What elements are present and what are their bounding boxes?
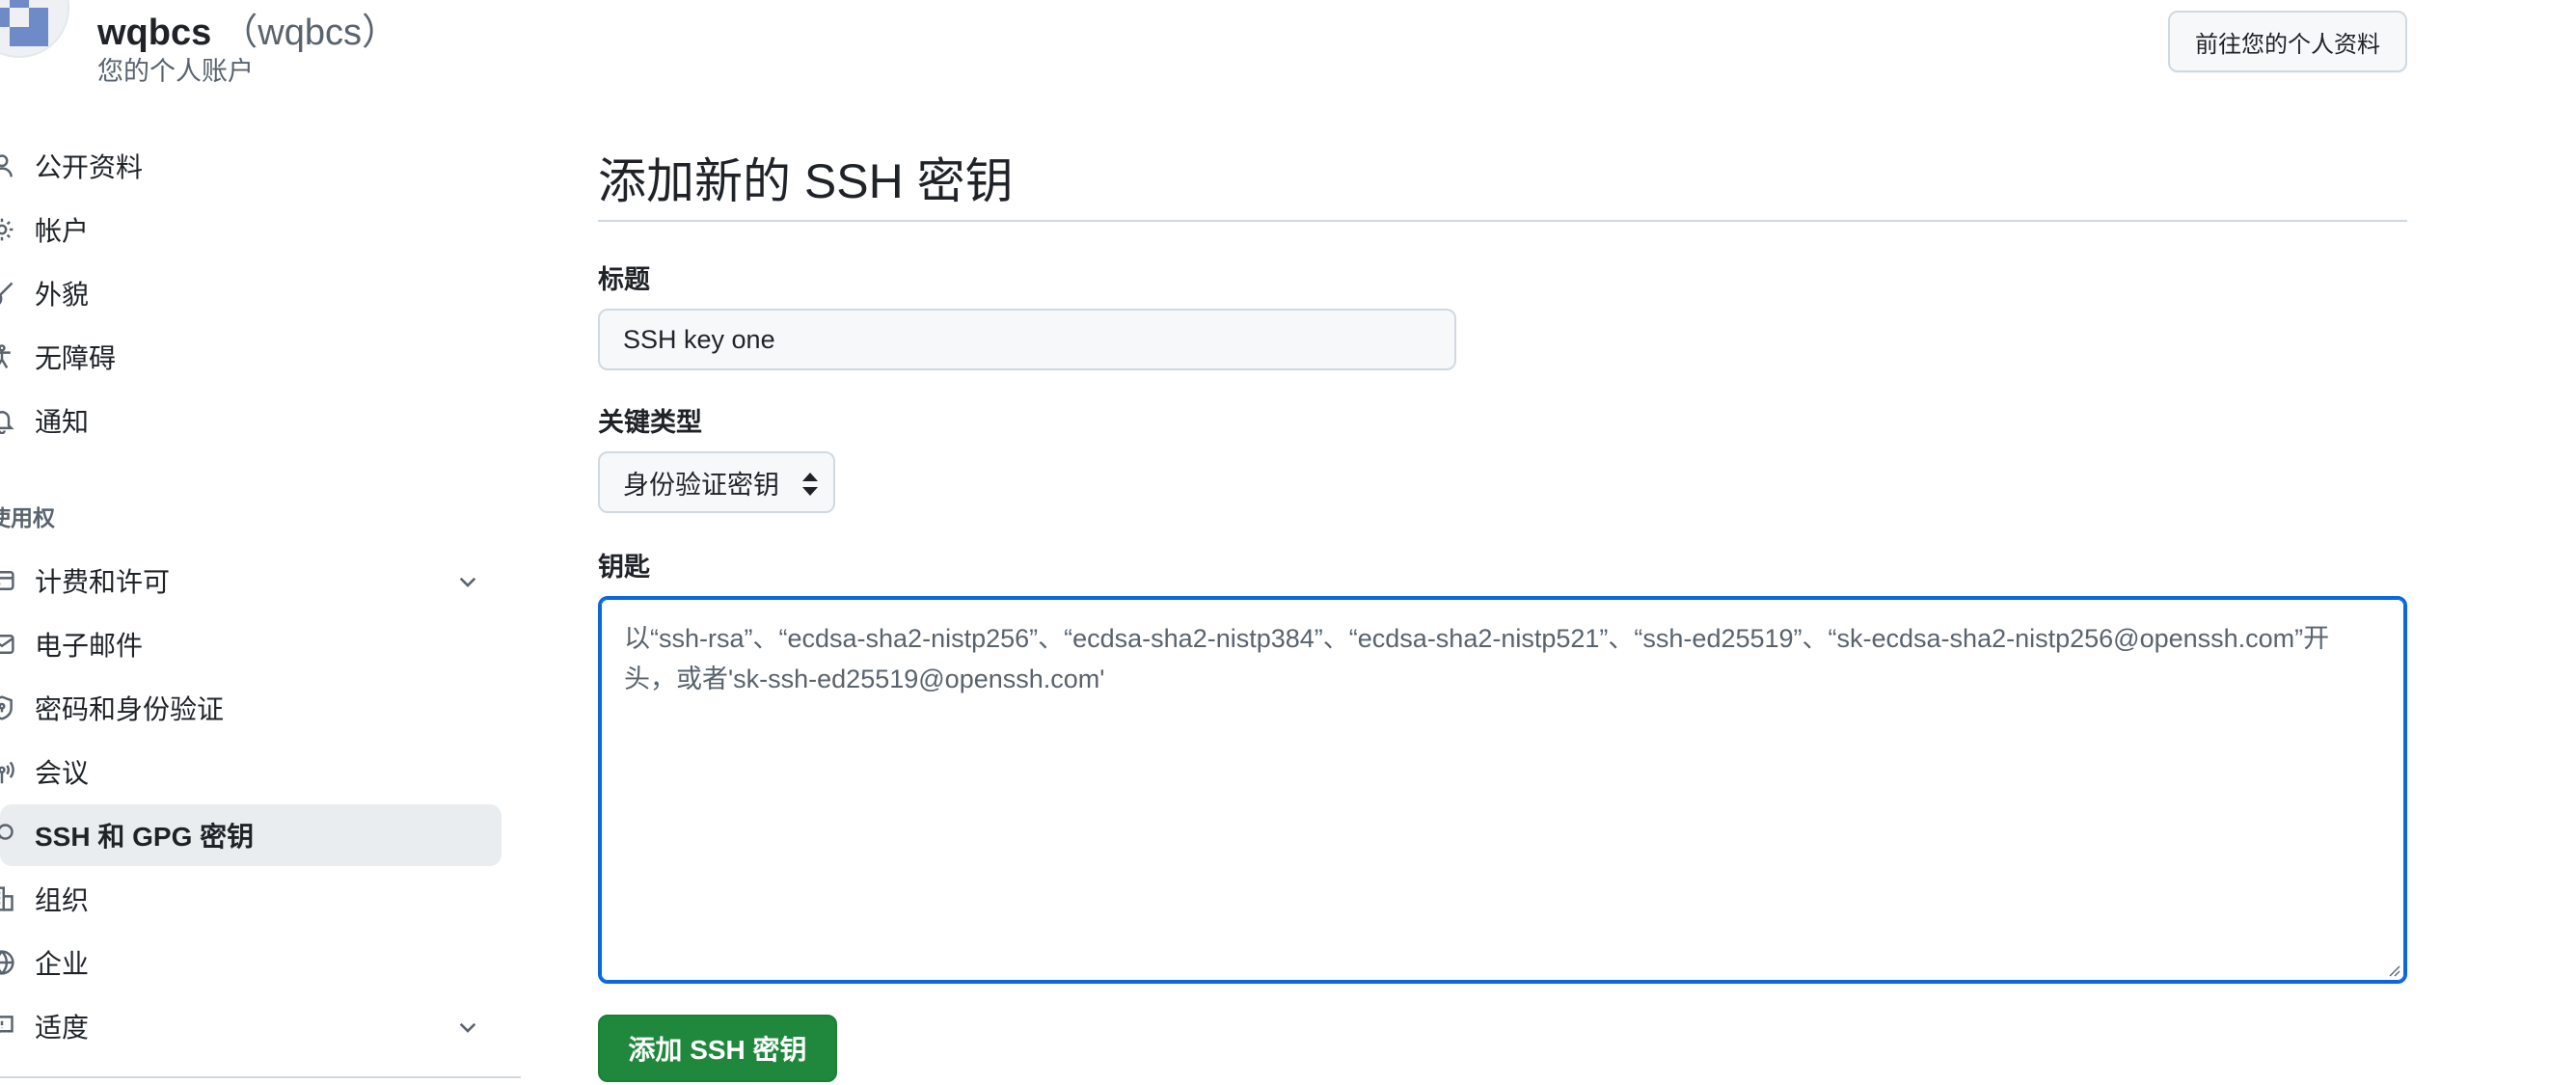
sidebar-item-sessions[interactable]: 会议	[0, 741, 502, 802]
key-textarea-placeholder: 以“ssh-rsa”、“ecdsa-sha2-nistp256”、“ecdsa-…	[624, 624, 2330, 693]
sidebar-item-appearance[interactable]: 外貌	[0, 262, 502, 324]
key-icon	[0, 822, 15, 849]
chevron-down-icon[interactable]	[455, 1015, 480, 1040]
shield-lock-icon	[0, 694, 15, 721]
sidebar-item-organizations[interactable]: 组织	[0, 868, 502, 930]
report-icon	[0, 1013, 15, 1040]
sidebar-item-label: 电子邮件	[35, 631, 144, 661]
sidebar-item-label: 计费和许可	[35, 567, 171, 597]
paintbrush-icon	[0, 280, 15, 307]
organization-icon	[0, 885, 15, 912]
key-textarea[interactable]: 以“ssh-rsa”、“ecdsa-sha2-nistp256”、“ecdsa-…	[598, 596, 2407, 984]
sidebar-item-label: 企业	[35, 949, 90, 979]
select-caret-icon	[800, 471, 820, 498]
resize-grip-icon[interactable]	[2385, 962, 2400, 977]
key-field-label: 钥匙	[598, 553, 650, 582]
sidebar-item-emails[interactable]: 电子邮件	[0, 613, 502, 675]
sidebar-item-enterprises[interactable]: 企业	[0, 932, 502, 993]
user-heading[interactable]: wqbcs （wqbcs）	[97, 2, 398, 55]
sidebar-item-notifications[interactable]: 通知	[0, 390, 502, 451]
key-type-label: 关键类型	[598, 408, 702, 437]
chevron-down-icon[interactable]	[455, 569, 480, 594]
user-login: （wqbcs）	[221, 13, 398, 53]
page-title: 添加新的 SSH 密钥	[598, 154, 1014, 208]
sidebar-item-account[interactable]: 帐户	[0, 199, 502, 260]
go-to-profile-button[interactable]: 前往您的个人资料	[2168, 11, 2407, 72]
sidebar-item-moderation[interactable]: 适度	[0, 995, 502, 1057]
sidebar-section-heading: 使用权	[0, 505, 55, 530]
sidebar-item-label: 帐户	[35, 216, 90, 246]
gear-icon	[0, 216, 15, 243]
sidebar-item-ssh-gpg-keys[interactable]: SSH 和 GPG 密钥	[0, 804, 502, 866]
sidebar-item-label: 公开资料	[35, 152, 144, 182]
sidebar-item-label: 组织	[35, 885, 90, 915]
sidebar-item-accessibility[interactable]: 无障碍	[0, 326, 502, 388]
sidebar-item-label: 密码和身份验证	[35, 694, 225, 724]
title-field-label: 标题	[598, 265, 650, 294]
person-icon	[0, 152, 15, 179]
mail-icon	[0, 631, 15, 658]
key-type-selected-value: 身份验证密钥	[623, 470, 779, 500]
sidebar-item-public-profile[interactable]: 公开资料	[0, 135, 502, 197]
user-display-name[interactable]: wqbcs	[97, 13, 211, 53]
sidebar-item-label: 无障碍	[35, 343, 117, 373]
key-title-input[interactable]	[598, 309, 1456, 370]
sidebar-item-label: 外貌	[35, 280, 90, 310]
sidebar-item-label: 会议	[35, 758, 90, 788]
sidebar-item-billing[interactable]: 计费和许可	[0, 550, 502, 611]
avatar[interactable]	[0, 0, 69, 58]
sidebar-item-label: 通知	[35, 407, 90, 437]
sidebar-item-label: 适度	[35, 1013, 90, 1043]
account-type-label: 您的个人账户	[97, 57, 254, 86]
credit-card-icon	[0, 567, 15, 594]
globe-icon	[0, 949, 15, 976]
accessibility-icon	[0, 343, 15, 370]
add-ssh-key-button[interactable]: 添加 SSH 密钥	[598, 1015, 837, 1082]
title-divider	[598, 220, 2407, 222]
broadcast-icon	[0, 758, 15, 785]
key-type-select[interactable]: 身份验证密钥	[598, 451, 835, 513]
bell-icon	[0, 407, 15, 434]
settings-page: wqbcs（wqbcs） 您的个人账户 前往您的个人资料 公开资料 帐户 外貌	[0, 0, 2576, 1085]
sidebar-item-password-auth[interactable]: 密码和身份验证	[0, 677, 502, 739]
sidebar-divider	[0, 1076, 521, 1078]
sidebar-item-label: SSH 和 GPG 密钥	[35, 822, 255, 852]
